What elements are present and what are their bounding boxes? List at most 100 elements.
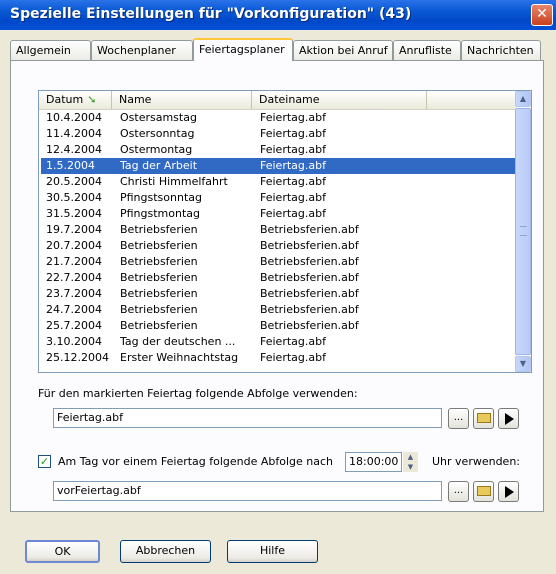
list-item[interactable]: 1.5.2004 Tag der Arbeit Feiertag.abf (41, 158, 515, 174)
cell-file: Betriebsferien.abf (260, 223, 359, 236)
cell-name: Pfingstmontag (120, 207, 201, 220)
cell-date: 24.7.2004 (46, 303, 102, 316)
cell-date: 19.7.2004 (46, 223, 102, 236)
eve-sequence-checkbox[interactable]: ✓ (38, 455, 51, 468)
cell-date: 20.7.2004 (46, 239, 102, 252)
list-item[interactable]: 24.7.2004 Betriebsferien Betriebsferien.ab… (41, 302, 515, 318)
cell-date: 30.5.2004 (46, 191, 102, 204)
holiday-open-button[interactable] (473, 408, 494, 429)
play-icon (505, 413, 514, 425)
list-item[interactable]: 3.10.2004 Tag der deutschen ... Feiertag.a… (41, 334, 515, 350)
cell-file: Feiertag.abf (260, 175, 326, 188)
holiday-play-button[interactable] (498, 408, 519, 429)
cell-date: 23.7.2004 (46, 287, 102, 300)
holiday-browse-button[interactable]: ... (448, 408, 469, 429)
list-item[interactable]: 20.7.2004 Betriebsferien Betriebsferien.ab… (41, 238, 515, 254)
sort-down-arrow-icon: ➘ (87, 93, 97, 106)
eve-browse-button[interactable]: ... (448, 481, 469, 502)
open-folder-icon (476, 486, 491, 496)
cell-date: 25.12.2004 (46, 351, 109, 364)
scroll-down-icon[interactable]: ▼ (515, 356, 531, 372)
open-folder-icon (476, 413, 491, 423)
list-item[interactable]: 10.4.2004 Ostersamstag Feiertag.abf (41, 110, 515, 126)
cancel-button[interactable]: Abbrechen (120, 540, 211, 563)
grip-icon (520, 226, 527, 236)
cell-date: 12.4.2004 (46, 143, 102, 156)
column-header-datum[interactable]: Datum ➘ (39, 91, 112, 109)
time-spinner[interactable]: ▲ ▼ (403, 452, 418, 472)
cell-name: Betriebsferien (120, 223, 198, 236)
cell-date: 22.7.2004 (46, 271, 102, 284)
cell-file: Betriebsferien.abf (260, 319, 359, 332)
play-icon (505, 486, 514, 498)
cell-date: 3.10.2004 (46, 335, 102, 348)
title-bar: Spezielle Einstellungen für "Vorkonfigur… (0, 0, 556, 30)
cell-name: Ostersonntag (120, 127, 195, 140)
cell-name: Pfingstsonntag (120, 191, 203, 204)
column-header-dateiname[interactable]: Dateiname (252, 91, 427, 109)
window-title: Spezielle Einstellungen für "Vorkonfigur… (10, 6, 412, 22)
tab-wochenplaner[interactable]: Wochenplaner (91, 40, 193, 60)
ok-button[interactable]: OK (25, 540, 100, 563)
column-label: Datum (46, 93, 84, 106)
cell-name: Christi Himmelfahrt (120, 175, 228, 188)
cell-file: Feiertag.abf (260, 191, 326, 204)
cell-date: 1.5.2004 (46, 159, 95, 172)
cell-file: Feiertag.abf (260, 127, 326, 140)
tab-allgemein[interactable]: Allgemein (10, 40, 91, 60)
cell-date: 25.7.2004 (46, 319, 102, 332)
cell-name: Betriebsferien (120, 319, 198, 332)
holiday-sequence-field[interactable]: Feiertag.abf (53, 408, 442, 428)
eve-open-button[interactable] (473, 481, 494, 502)
cell-name: Ostersamstag (120, 111, 197, 124)
scroll-thumb[interactable] (515, 108, 531, 355)
cell-file: Feiertag.abf (260, 335, 326, 348)
cell-file: Betriebsferien.abf (260, 239, 359, 252)
eve-sequence-label: Am Tag vor einem Feiertag folgende Abfol… (58, 455, 334, 468)
scroll-up-icon[interactable]: ▲ (515, 91, 531, 107)
tab-anrufliste[interactable]: Anrufliste (393, 40, 461, 60)
cell-file: Feiertag.abf (260, 159, 326, 172)
eve-time-field[interactable]: 18:00:00 (345, 452, 402, 472)
cell-file: Feiertag.abf (260, 351, 326, 364)
column-header-name[interactable]: Name (112, 91, 252, 109)
list-item[interactable]: 22.7.2004 Betriebsferien Betriebsferien.ab… (41, 270, 515, 286)
eve-sequence-label-after: Uhr verwenden: (432, 455, 521, 468)
list-item[interactable]: 25.7.2004 Betriebsferien Betriebsferien.ab… (41, 318, 515, 334)
close-icon[interactable]: ✕ (531, 4, 553, 26)
tab-aktion-bei-anruf[interactable]: Aktion bei Anruf (293, 40, 393, 60)
cell-date: 11.4.2004 (46, 127, 102, 140)
cell-file: Betriebsferien.abf (260, 255, 359, 268)
cell-name: Ostermontag (120, 143, 193, 156)
cell-date: 10.4.2004 (46, 111, 102, 124)
cell-file: Betriebsferien.abf (260, 271, 359, 284)
spin-up-icon[interactable]: ▲ (403, 452, 418, 462)
cell-name: Betriebsferien (120, 287, 198, 300)
list-item[interactable]: 20.5.2004 Christi Himmelfahrt Feiertag.abf (41, 174, 515, 190)
cell-file: Feiertag.abf (260, 111, 326, 124)
eve-play-button[interactable] (498, 481, 519, 502)
tab-nachrichten[interactable]: Nachrichten (461, 40, 541, 60)
cell-name: Betriebsferien (120, 255, 198, 268)
list-item[interactable]: 19.7.2004 Betriebsferien Betriebsferien.ab… (41, 222, 515, 238)
tab-feiertagsplaner[interactable]: Feiertagsplaner (193, 38, 293, 61)
cell-name: Betriebsferien (120, 303, 198, 316)
list-item[interactable]: 30.5.2004 Pfingstsonntag Feiertag.abf (41, 190, 515, 206)
list-item[interactable]: 25.12.2004 Erster Weihnachtstag Feiertag.a… (41, 350, 515, 366)
cell-file: Feiertag.abf (260, 207, 326, 220)
list-item[interactable]: 31.5.2004 Pfingstmontag Feiertag.abf (41, 206, 515, 222)
vertical-scrollbar[interactable]: ▲ ▼ (515, 91, 531, 372)
list-header: Datum ➘ Name Dateiname (39, 91, 515, 110)
list-item[interactable]: 12.4.2004 Ostermontag Feiertag.abf (41, 142, 515, 158)
list-item[interactable]: 11.4.2004 Ostersonntag Feiertag.abf (41, 126, 515, 142)
list-item[interactable]: 23.7.2004 Betriebsferien Betriebsferien.ab… (41, 286, 515, 302)
holiday-list[interactable]: Datum ➘ Name Dateiname 10.4.2004 Ostersams… (38, 90, 532, 373)
eve-sequence-field[interactable]: vorFeiertag.abf (53, 481, 442, 501)
dialog-window: Spezielle Einstellungen für "Vorkonfigur… (0, 0, 556, 574)
list-item[interactable]: 21.7.2004 Betriebsferien Betriebsferien.ab… (41, 254, 515, 270)
list-rows: 10.4.2004 Ostersamstag Feiertag.abf 11.4.20… (41, 110, 515, 366)
cell-date: 20.5.2004 (46, 175, 102, 188)
help-button[interactable]: Hilfe (227, 540, 318, 563)
spin-down-icon[interactable]: ▼ (403, 462, 418, 472)
cell-file: Feiertag.abf (260, 143, 326, 156)
